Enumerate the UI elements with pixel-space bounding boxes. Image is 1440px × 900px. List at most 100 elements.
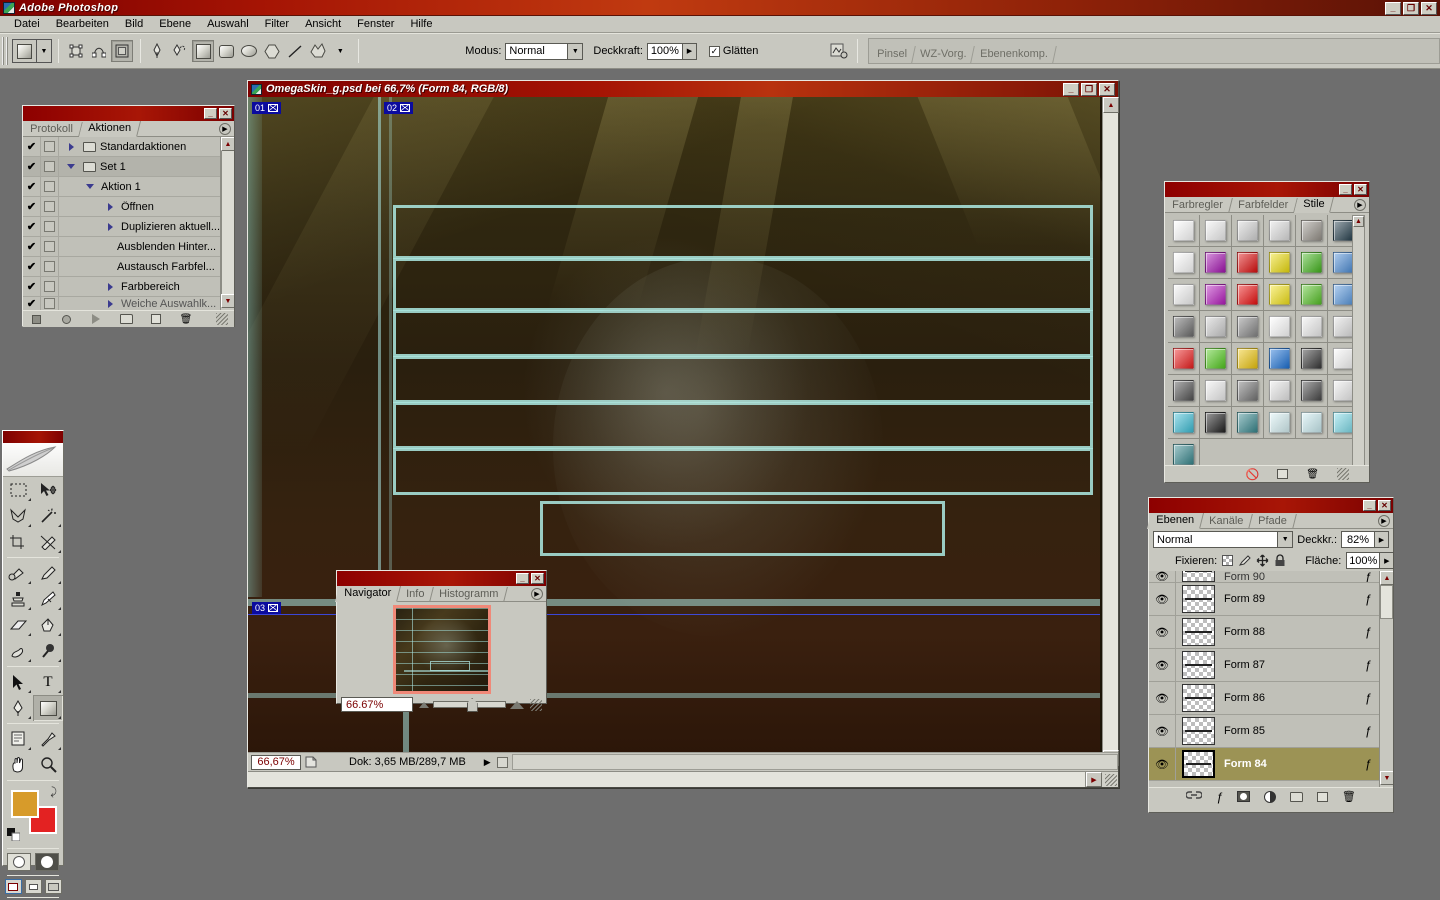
lock-position-icon[interactable] [1256, 554, 1269, 568]
zoom-out-icon[interactable] [419, 701, 429, 708]
scroll-down-icon[interactable]: ▼ [221, 294, 234, 308]
collapse-triangle-icon[interactable] [86, 184, 94, 189]
action-row[interactable]: ✔ Duplizieren aktuell... [23, 216, 234, 237]
style-swatch[interactable] [1168, 375, 1200, 407]
palette-menu-icon[interactable]: ▶ [531, 588, 543, 600]
pen-icon[interactable] [146, 40, 169, 62]
toolbox-titlebar[interactable] [3, 431, 63, 443]
menu-item-bild[interactable]: Bild [117, 16, 151, 32]
delete-style-icon[interactable]: 🗑 [1306, 469, 1319, 480]
chevron-down-icon[interactable]: ▼ [1277, 532, 1293, 547]
ellipse-icon[interactable] [238, 40, 260, 62]
layer-effects-icon[interactable]: ƒ [1359, 658, 1377, 672]
style-swatch[interactable] [1264, 279, 1296, 311]
table-row[interactable]: 👁 Form 86 ƒ ▼ [1149, 681, 1393, 715]
zoom-slider-handle[interactable] [466, 698, 478, 712]
layer-style-icon[interactable]: ƒ [1216, 790, 1223, 804]
navigator-zoom-input[interactable]: 66.67% [341, 697, 413, 712]
palette-menu-icon[interactable]: ▶ [1354, 199, 1366, 211]
styles-scrollbar[interactable]: ▲ ▼ [1352, 215, 1365, 477]
eye-icon[interactable]: 👁 [1149, 615, 1176, 649]
style-swatch[interactable] [1200, 311, 1232, 343]
style-swatch[interactable] [1232, 215, 1264, 247]
menu-item-ansicht[interactable]: Ansicht [297, 16, 349, 32]
path-selection-tool[interactable] [3, 669, 33, 695]
slice-tool[interactable] [33, 529, 63, 555]
resize-grip-icon[interactable] [215, 313, 228, 325]
zoom-slider-track[interactable] [433, 698, 506, 712]
layers-fill-input[interactable]: 100% ▶ [1346, 552, 1395, 569]
action-row[interactable]: ✔ Standardaktionen [23, 137, 234, 157]
expand-triangle-icon[interactable] [107, 202, 113, 211]
new-style-icon[interactable] [1277, 469, 1289, 479]
clear-style-icon[interactable]: 🚫 [1246, 468, 1260, 481]
shape-options-chevron-down-icon[interactable]: ▼ [329, 40, 352, 62]
resize-grip-icon[interactable] [1105, 774, 1117, 786]
status-resize-box[interactable] [496, 756, 508, 768]
eye-icon[interactable]: 👁 [1149, 714, 1176, 748]
style-swatch[interactable] [1296, 343, 1328, 375]
eye-icon[interactable]: 👁 [1149, 648, 1176, 682]
style-swatch[interactable] [1264, 343, 1296, 375]
style-swatch[interactable] [1232, 247, 1264, 279]
eye-icon[interactable]: 👁 [1149, 582, 1176, 616]
actions-palette-titlebar[interactable]: _ ✕ [23, 106, 234, 121]
polygon-icon[interactable] [260, 40, 283, 62]
app-minimize-button[interactable]: _ [1385, 2, 1401, 15]
eye-icon[interactable]: 👁 [1149, 747, 1176, 781]
menu-item-auswahl[interactable]: Auswahl [199, 16, 257, 32]
fill-stepper-icon[interactable]: ▶ [1379, 553, 1394, 568]
document-vertical-scrollbar[interactable]: ▲ ▼ [1102, 97, 1119, 769]
type-tool[interactable]: T [33, 669, 63, 695]
palette-well-tab-wz-vorgaben[interactable]: WZ-Vorg. [912, 46, 976, 63]
resize-grip-icon[interactable] [530, 698, 542, 711]
custom-shape-icon[interactable] [306, 40, 329, 62]
expand-triangle-icon[interactable] [107, 282, 113, 291]
full-screen-icon[interactable] [44, 879, 62, 894]
stop-icon[interactable] [30, 313, 43, 325]
chevron-down-icon[interactable]: ▼ [567, 43, 583, 59]
hand-tool[interactable] [3, 752, 33, 778]
palette-well[interactable]: Pinsel WZ-Vorg. Ebenenkomp. [868, 38, 1440, 64]
palette-well-tab-ebenenkomp[interactable]: Ebenenkomp. [971, 46, 1057, 63]
quick-mask-mode-icon[interactable] [35, 853, 59, 871]
style-swatch[interactable] [1296, 279, 1328, 311]
healing-brush-tool[interactable] [3, 560, 33, 586]
opacity-stepper-icon[interactable]: ▶ [1374, 532, 1388, 547]
eye-icon[interactable]: 👁 [1149, 681, 1176, 715]
layer-effects-icon[interactable]: ƒ [1359, 625, 1377, 639]
document-horizontal-scrollbar[interactable]: ▶ [248, 771, 1118, 787]
tab-farbregler[interactable]: Farbregler [1163, 198, 1233, 213]
lock-transparency-icon[interactable] [1222, 554, 1234, 568]
new-action-icon[interactable] [150, 313, 163, 325]
new-layer-icon[interactable] [1316, 791, 1328, 802]
action-toggle-checkbox[interactable]: ✔ [23, 156, 41, 177]
action-toggle-checkbox[interactable]: ✔ [23, 176, 41, 197]
lasso-tool[interactable] [3, 503, 33, 529]
table-row[interactable]: 👁 Form 85 ƒ ▼ [1149, 714, 1393, 748]
document-maximize-button[interactable]: ❐ [1081, 82, 1097, 96]
eyedropper-tool[interactable] [33, 726, 63, 752]
style-swatch[interactable] [1264, 375, 1296, 407]
slice-marker-01[interactable]: 01 [252, 102, 282, 114]
styles-close-button[interactable]: ✕ [1354, 184, 1367, 195]
action-dialog-toggle[interactable] [41, 297, 59, 310]
style-swatch[interactable] [1232, 375, 1264, 407]
menu-item-fenster[interactable]: Fenster [349, 16, 402, 32]
style-swatch[interactable] [1264, 247, 1296, 279]
style-swatch[interactable] [1168, 343, 1200, 375]
action-dialog-toggle[interactable] [41, 176, 59, 197]
layer-effects-icon[interactable]: ƒ [1359, 757, 1377, 771]
tab-pfade[interactable]: Pfade [1249, 514, 1297, 529]
foreground-color-swatch[interactable] [11, 790, 39, 818]
action-toggle-checkbox[interactable]: ✔ [23, 236, 41, 257]
action-row[interactable]: ✔ Austausch Farbfel... [23, 256, 234, 277]
navigator-zoom-slider[interactable] [419, 697, 524, 712]
opacity-input[interactable]: 100% ▶ [646, 42, 697, 60]
table-row[interactable]: 👁 Form 90 ƒ ▼ [1149, 571, 1393, 583]
action-row[interactable]: ✔ Aktion 1 [23, 176, 234, 197]
blur-tool[interactable] [3, 638, 33, 664]
style-swatch[interactable] [1264, 407, 1296, 439]
slice-marker-03[interactable]: 03 [252, 602, 282, 614]
notes-tool[interactable] [3, 726, 33, 752]
